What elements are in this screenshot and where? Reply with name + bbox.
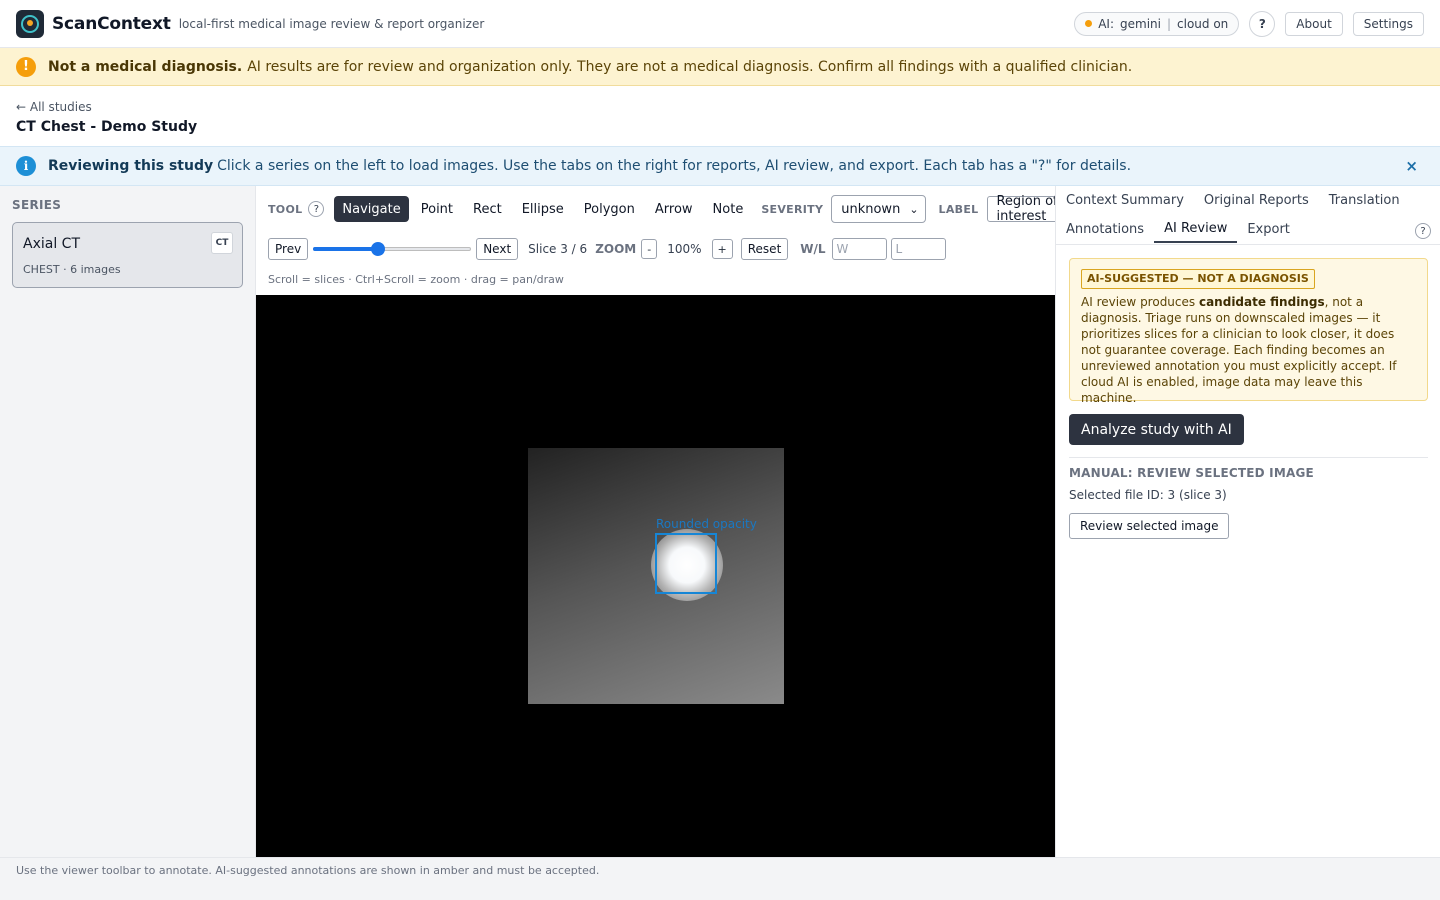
panel-help-button[interactable]: ?	[1415, 223, 1431, 239]
about-button[interactable]: About	[1285, 11, 1343, 36]
manual-review-title: MANUAL: REVIEW SELECTED IMAGE	[1069, 466, 1314, 480]
app-name: ScanContext	[52, 13, 171, 34]
study-title: CT Chest - Demo Study	[16, 119, 198, 135]
series-name: Axial CT	[23, 236, 80, 252]
zoom-out-button[interactable]: -	[641, 239, 658, 259]
prev-slice-button[interactable]: Prev	[268, 238, 309, 260]
viewer-hint: Scroll = slices · Ctrl+Scroll = zoom · d…	[268, 273, 564, 286]
info-icon: i	[16, 156, 36, 176]
review-selected-image-button[interactable]: Review selected image	[1069, 513, 1230, 539]
series-meta: CHEST · 6 images	[23, 263, 121, 276]
ai-prefix: AI:	[1098, 16, 1115, 31]
ai-status-pill[interactable]: AI: gemini | cloud on	[1074, 11, 1240, 36]
ai-cloud-status: cloud on	[1177, 16, 1229, 31]
analyze-study-button[interactable]: Analyze study with AI	[1069, 414, 1244, 445]
zoom-label: ZOOM	[595, 242, 637, 256]
tool-polygon[interactable]: Polygon	[576, 196, 643, 222]
ai-suggested-badge: AI-SUGGESTED — NOT A DIAGNOSIS	[1081, 269, 1315, 289]
image-canvas[interactable]: Rounded opacity	[256, 295, 1055, 857]
ai-separator: |	[1166, 16, 1172, 31]
tab-original-reports[interactable]: Original Reports	[1194, 186, 1319, 214]
slice-indicator: Slice 3 / 6	[528, 242, 588, 256]
warning-title: Not a medical diagnosis.	[48, 58, 243, 75]
severity-select[interactable]: unknown ⌄	[831, 195, 926, 223]
series-sidebar: SERIES Axial CT CHEST · 6 images CT	[0, 186, 256, 857]
ai-disclaimer-box: AI-SUGGESTED — NOT A DIAGNOSIS AI review…	[1069, 258, 1428, 405]
sidebar-title: SERIES	[12, 198, 62, 212]
warning-text: AI results are for review and organizati…	[247, 58, 1133, 75]
settings-button[interactable]: Settings	[1352, 11, 1424, 36]
status-footer: Use the viewer toolbar to annotate. AI-s…	[0, 857, 1440, 900]
info-banner: i Reviewing this study Click a series on…	[0, 146, 1440, 186]
tab-annotations[interactable]: Annotations	[1056, 215, 1154, 243]
info-text: Click a series on the left to load image…	[217, 158, 1132, 174]
severity-label: SEVERITY	[761, 202, 824, 216]
slice-toolbar: Prev Next Slice 3 / 6 ZOOM - 100% + Rese…	[268, 237, 950, 261]
tabs-row-1: Context Summary Original Reports Transla…	[1056, 186, 1440, 214]
app-logo-icon	[16, 9, 44, 38]
diagnosis-warning-banner: ! Not a medical diagnosis. AI results ar…	[0, 48, 1440, 86]
label-label: LABEL	[938, 202, 979, 216]
right-panel: Context Summary Original Reports Transla…	[1055, 186, 1440, 857]
image-viewer: TOOL ? Navigate Point Rect Ellipse Polyg…	[256, 186, 1111, 857]
tool-arrow[interactable]: Arrow	[647, 196, 701, 222]
next-slice-button[interactable]: Next	[476, 238, 519, 260]
slice-slider[interactable]	[313, 242, 472, 256]
tool-navigate[interactable]: Navigate	[334, 196, 409, 222]
tab-context-summary[interactable]: Context Summary	[1056, 186, 1194, 214]
tab-export[interactable]: Export	[1237, 215, 1300, 243]
tool-point[interactable]: Point	[413, 196, 461, 222]
slider-handle[interactable]	[370, 242, 385, 256]
ai-provider: gemini	[1120, 16, 1161, 31]
status-dot-icon	[1085, 20, 1093, 27]
tab-ai-review[interactable]: AI Review	[1154, 215, 1238, 243]
warning-icon: !	[16, 56, 36, 77]
selected-file-id: Selected file ID: 3 (slice 3)	[1069, 488, 1227, 502]
modality-badge: CT	[211, 232, 233, 254]
close-icon[interactable]: ×	[1405, 157, 1418, 175]
window-level-input[interactable]: L	[890, 238, 946, 260]
roi-annotation-label: Rounded opacity	[656, 517, 757, 531]
help-button[interactable]: ?	[1249, 10, 1276, 37]
tool-label: TOOL	[268, 202, 303, 216]
tool-ellipse[interactable]: Ellipse	[514, 196, 572, 222]
ct-slice-image: Rounded opacity	[528, 448, 784, 704]
app-tagline: local-first medical image review & repor…	[178, 16, 485, 31]
series-item-axial-ct[interactable]: Axial CT CHEST · 6 images CT	[12, 222, 243, 288]
back-to-studies-link[interactable]: ← All studies	[16, 100, 92, 114]
info-title: Reviewing this study	[48, 158, 214, 174]
roi-annotation-box[interactable]	[655, 533, 717, 594]
ai-disclaimer-text: AI review produces candidate findings, n…	[1081, 295, 1397, 405]
tab-translation[interactable]: Translation	[1319, 186, 1410, 214]
window-width-input[interactable]: W	[831, 238, 887, 260]
annotation-toolbar: TOOL ? Navigate Point Rect Ellipse Polyg…	[268, 194, 1111, 224]
severity-value: unknown	[841, 201, 901, 217]
tool-note[interactable]: Note	[705, 196, 752, 222]
window-level-label: W/L	[800, 242, 826, 256]
tool-rect[interactable]: Rect	[465, 196, 510, 222]
reset-view-button[interactable]: Reset	[740, 238, 789, 260]
zoom-value: 100%	[667, 242, 702, 256]
top-bar: ScanContext local-first medical image re…	[0, 0, 1440, 48]
zoom-in-button[interactable]: +	[711, 239, 733, 259]
chevron-down-icon: ⌄	[909, 202, 919, 216]
tabs-row-2: Annotations AI Review Export	[1056, 215, 1440, 243]
tool-help-button[interactable]: ?	[308, 201, 325, 217]
